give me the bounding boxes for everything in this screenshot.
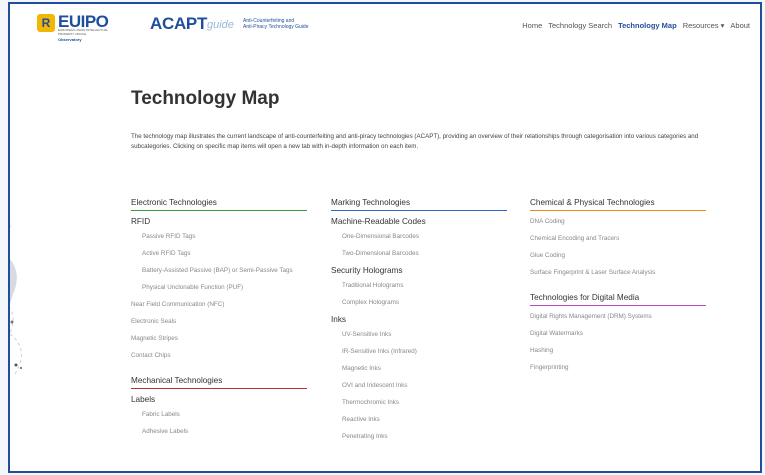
item-magnetic-stripes[interactable]: Magnetic Stripes bbox=[131, 334, 307, 343]
acapt-word: ACAPT bbox=[150, 14, 208, 33]
item-hashing[interactable]: Hashing bbox=[530, 346, 706, 355]
item-reactive-inks[interactable]: Reactive Inks bbox=[331, 415, 507, 424]
site-header: R EUIPO EUROPEAN UNION INTELLECTUAL PROP… bbox=[10, 4, 760, 48]
item-magnetic-inks[interactable]: Magnetic Inks bbox=[331, 364, 507, 373]
item-puf[interactable]: Physical Unclonable Function (PUF) bbox=[131, 283, 307, 292]
subcategory-machine-readable-codes[interactable]: Machine-Readable Codes bbox=[331, 217, 507, 226]
main-nav: Home Technology Search Technology Map Re… bbox=[522, 21, 750, 30]
item-fingerprinting[interactable]: Fingerprinting bbox=[530, 363, 706, 372]
category-electronic-technologies[interactable]: Electronic Technologies bbox=[131, 198, 307, 211]
subcategory-rfid[interactable]: RFID bbox=[131, 217, 307, 226]
subcategory-security-holograms[interactable]: Security Holograms bbox=[331, 266, 507, 275]
category-digital-media-technologies[interactable]: Technologies for Digital Media bbox=[530, 293, 706, 306]
item-2d-barcodes[interactable]: Two-Dimensional Barcodes bbox=[331, 249, 507, 258]
item-adhesive-labels[interactable]: Adhesive Labels bbox=[131, 427, 307, 436]
item-thermochromic-inks[interactable]: Thermochromic Inks bbox=[331, 398, 507, 407]
item-drm-systems[interactable]: Digital Rights Management (DRM) Systems bbox=[530, 312, 706, 321]
item-bap-tags[interactable]: Battery-Assisted Passive (BAP) or Semi-P… bbox=[131, 266, 307, 275]
column-marking: Marking Technologies Machine-Readable Co… bbox=[331, 198, 507, 449]
intro-paragraph: The technology map illustrates the curre… bbox=[131, 133, 699, 150]
category-chemical-physical-technologies[interactable]: Chemical & Physical Technologies bbox=[530, 198, 706, 211]
item-uv-inks[interactable]: UV-Sensitive Inks bbox=[331, 330, 507, 339]
category-mechanical-technologies[interactable]: Mechanical Technologies bbox=[131, 376, 307, 389]
acapt-tagline: Anti-Counterfeiting and Anti-Piracy Tech… bbox=[243, 18, 333, 30]
item-1d-barcodes[interactable]: One-Dimensional Barcodes bbox=[331, 232, 507, 241]
subcategory-labels[interactable]: Labels bbox=[131, 395, 307, 404]
acapt-guide-word: guide bbox=[207, 19, 234, 31]
nav-about[interactable]: About bbox=[730, 21, 750, 30]
nav-technology-map[interactable]: Technology Map bbox=[618, 21, 677, 30]
item-surface-fingerprint[interactable]: Surface Fingerprint & Laser Surface Anal… bbox=[530, 268, 706, 277]
subcategory-inks[interactable]: Inks bbox=[331, 315, 507, 324]
item-active-rfid-tags[interactable]: Active RFID Tags bbox=[131, 249, 307, 258]
item-fabric-labels[interactable]: Fabric Labels bbox=[131, 410, 307, 419]
acapt-tagline-line2: Anti-Piracy Technology Guide bbox=[243, 24, 309, 30]
item-ovi-inks[interactable]: OVI and Iridescent Inks bbox=[331, 381, 507, 390]
nav-resources-dropdown[interactable]: Resources ▾ bbox=[683, 21, 725, 30]
item-nfc[interactable]: Near Field Communication (NFC) bbox=[131, 300, 307, 309]
item-passive-rfid-tags[interactable]: Passive RFID Tags bbox=[131, 232, 307, 241]
euipo-logo[interactable]: R EUIPO EUROPEAN UNION INTELLECTUAL PROP… bbox=[37, 12, 129, 42]
page-title: Technology Map bbox=[131, 88, 280, 109]
euipo-subtitle: EUROPEAN UNION INTELLECTUAL PROPERTY OFF… bbox=[58, 28, 109, 36]
category-marking-technologies[interactable]: Marking Technologies bbox=[331, 198, 507, 211]
nav-home[interactable]: Home bbox=[522, 21, 542, 30]
item-glue-coding[interactable]: Glue Coding bbox=[530, 251, 706, 260]
item-penetrating-inks[interactable]: Penetrating Inks bbox=[331, 432, 507, 441]
page-frame: R EUIPO EUROPEAN UNION INTELLECTUAL PROP… bbox=[8, 2, 762, 473]
item-electronic-seals[interactable]: Electronic Seals bbox=[131, 317, 307, 326]
column-chemical-digital: Chemical & Physical Technologies DNA Cod… bbox=[530, 198, 706, 380]
item-digital-watermarks[interactable]: Digital Watermarks bbox=[530, 329, 706, 338]
item-traditional-holograms[interactable]: Traditional Holograms bbox=[331, 281, 507, 290]
column-electronic-mechanical: Electronic Technologies RFID Passive RFI… bbox=[131, 198, 307, 444]
euipo-badge-icon: R bbox=[37, 14, 55, 32]
item-complex-holograms[interactable]: Complex Holograms bbox=[331, 298, 507, 307]
item-contact-chips[interactable]: Contact Chips bbox=[131, 351, 307, 360]
item-dna-coding[interactable]: DNA Coding bbox=[530, 217, 706, 226]
item-ir-inks[interactable]: IR-Sensitive Inks (Infrared) bbox=[331, 347, 507, 356]
nav-technology-search[interactable]: Technology Search bbox=[548, 21, 612, 30]
item-chemical-encoding[interactable]: Chemical Encoding and Tracers bbox=[530, 234, 706, 243]
euipo-observatory: Observatory bbox=[58, 37, 82, 42]
